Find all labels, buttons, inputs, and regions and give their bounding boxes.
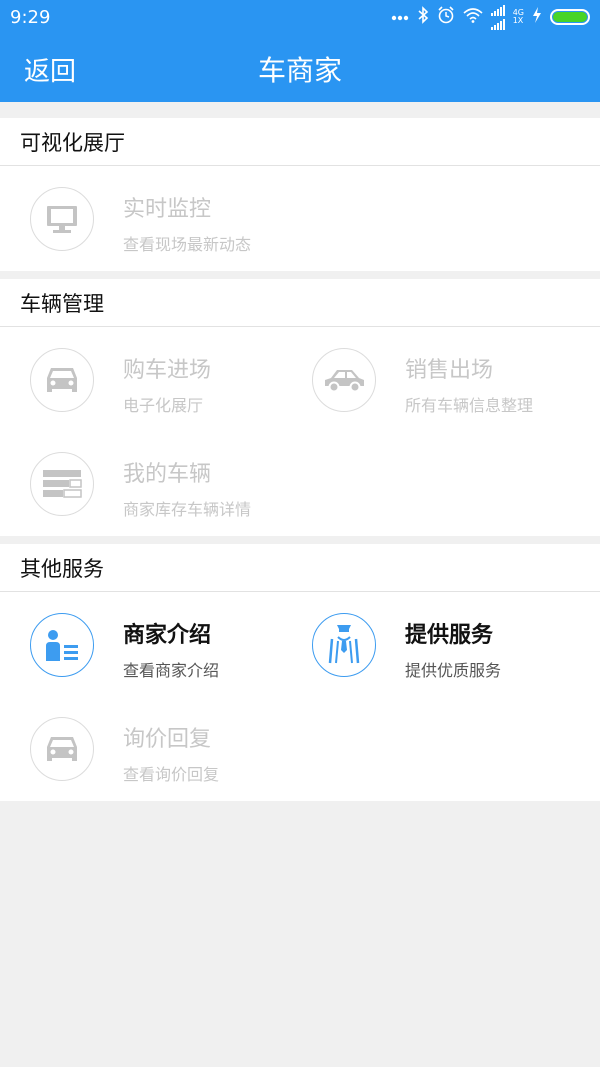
car-front-icon (30, 348, 94, 412)
alarm-icon (437, 6, 455, 28)
menu-item-title: 提供服务 (405, 623, 494, 648)
menu-item-title: 实时监控 (123, 197, 212, 222)
section-vehicle-management: 车辆管理 购车进场 电子化展厅 销售出场 所有车辆信息整理 我的车辆 商家库存车… (0, 279, 600, 536)
status-time: 9:29 (10, 6, 51, 28)
id-card-icon (30, 613, 94, 677)
section-title: 车辆管理 (0, 279, 600, 327)
battery-icon (550, 9, 590, 25)
menu-item-car-purchase-entry[interactable]: 购车进场 电子化展厅 (0, 328, 300, 432)
section-title: 其他服务 (0, 544, 600, 592)
menu-item-subtitle: 提供优质服务 (405, 661, 502, 680)
menu-item-title: 商家介绍 (123, 623, 212, 648)
menu-item-subtitle: 电子化展厅 (123, 396, 204, 415)
menu-item-subtitle: 查看询价回复 (123, 765, 220, 784)
service-staff-icon (312, 613, 376, 677)
menu-item-subtitle: 查看现场最新动态 (123, 235, 252, 254)
more-dots-icon (391, 9, 409, 25)
wifi-icon (463, 7, 483, 27)
menu-item-title: 购车进场 (123, 358, 212, 383)
status-bar: 9:29 4G 1X (0, 0, 600, 34)
monitor-icon (30, 187, 94, 251)
menu-item-title: 销售出场 (405, 358, 494, 383)
section-visual-showroom: 可视化展厅 实时监控 查看现场最新动态 (0, 118, 600, 271)
menu-item-merchant-intro[interactable]: 商家介绍 查看商家介绍 (0, 593, 300, 697)
status-icons: 4G 1X (391, 4, 590, 30)
navigation-bar: 返回 车商家 (0, 34, 600, 102)
menu-item-subtitle: 查看商家介绍 (123, 661, 220, 680)
signal-icon (490, 4, 505, 30)
section-other-services: 其他服务 商家介绍 查看商家介绍 提供服务 提供优质服务 询价回复 查看询价回复 (0, 544, 600, 801)
car-front-icon (30, 717, 94, 781)
app-header: 9:29 4G 1X 返回 车商家 (0, 0, 600, 102)
menu-item-title: 我的车辆 (123, 462, 212, 487)
car-side-icon (312, 348, 376, 412)
menu-item-provide-service[interactable]: 提供服务 提供优质服务 (282, 593, 582, 697)
page-title: 车商家 (257, 54, 342, 87)
bluetooth-icon (417, 6, 429, 28)
menu-item-title: 询价回复 (123, 727, 212, 752)
menu-item-inquiry-reply[interactable]: 询价回复 查看询价回复 (0, 697, 300, 801)
menu-item-sales-exit[interactable]: 销售出场 所有车辆信息整理 (282, 328, 582, 432)
section-title: 可视化展厅 (0, 118, 600, 166)
list-icon (30, 452, 94, 516)
menu-item-subtitle: 所有车辆信息整理 (405, 396, 534, 415)
menu-item-my-vehicles[interactable]: 我的车辆 商家库存车辆详情 (0, 432, 300, 536)
network-type: 4G 1X (512, 8, 524, 25)
menu-item-subtitle: 商家库存车辆详情 (123, 500, 252, 519)
menu-item-live-monitor[interactable]: 实时监控 查看现场最新动态 (0, 167, 300, 271)
charging-icon (532, 7, 542, 27)
